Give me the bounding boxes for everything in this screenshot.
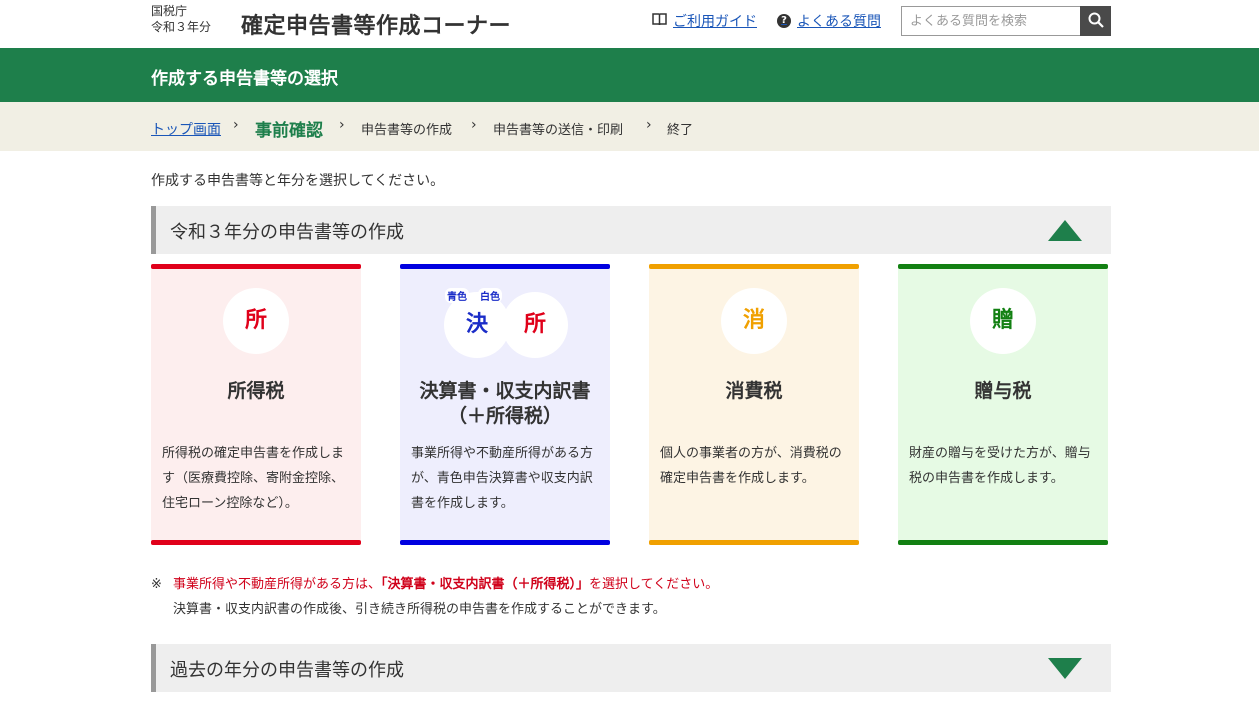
faq-link[interactable]: ? よくある質問 (777, 11, 881, 31)
card-description: 財産の贈与を受けた方が、贈与税の申告書を作成します。 (909, 446, 1091, 486)
consumption-tax-icon: 消 (721, 288, 787, 354)
card-top-bar (400, 264, 610, 269)
page-banner: 作成する申告書等の選択 (0, 48, 1259, 102)
card-bottom-bar (400, 540, 610, 545)
chevron-right-icon: › (233, 117, 239, 133)
step-end: 終了 (667, 123, 694, 138)
intro-text: 作成する申告書等と年分を選択してください。 (151, 173, 445, 189)
expand-arrow-icon (1048, 658, 1082, 679)
search-button[interactable] (1080, 6, 1111, 36)
site-title[interactable]: 確定申告書等作成コーナー (241, 8, 511, 40)
note-line-1: 事業所得や不動産所得がある方は、「決算書・収支内訳書（＋所得税）」を選択してくだ… (173, 572, 718, 597)
note-emphasis: 「決算書・収支内訳書（＋所得税）」 (381, 577, 590, 592)
card-bottom-bar (151, 540, 361, 545)
card-top-bar (151, 264, 361, 269)
book-icon (652, 12, 667, 30)
step-create: 申告書等の作成 (361, 123, 453, 138)
white-return-label: 白色 (478, 288, 502, 303)
card-income-tax[interactable]: 所 所得税 所得税の確定申告書を作成します（医療費控除、寄附金控除、住宅ローン控… (151, 264, 361, 545)
card-title: 消費税 (725, 380, 783, 402)
section-past-years-toggle[interactable]: 過去の年分の申告書等の作成 (151, 644, 1111, 692)
card-title: 決算書・収支内訳書 （＋所得税） (400, 379, 610, 429)
tax-year-label: 令和３年分 (151, 20, 212, 34)
income-tax-icon: 所 (223, 288, 289, 354)
agency-name: 国税庁 (151, 4, 188, 18)
section-current-year-toggle[interactable]: 令和３年分の申告書等の作成 (151, 206, 1111, 254)
card-description: 所得税の確定申告書を作成します（医療費控除、寄附金控除、住宅ローン控除など）。 (162, 446, 345, 511)
agency-label: 国税庁 令和３年分 (151, 3, 211, 35)
note-line-2: 決算書・収支内訳書の作成後、引き続き所得税の申告書を作成することができます。 (173, 602, 666, 617)
card-bottom-bar (649, 540, 859, 545)
section-title: 令和３年分の申告書等の作成 (170, 222, 404, 243)
blue-return-label: 青色 (445, 288, 469, 303)
card-top-bar (898, 264, 1108, 269)
search-icon (1088, 12, 1104, 31)
card-gift-tax[interactable]: 贈 贈与税 財産の贈与を受けた方が、贈与税の申告書を作成します。 (898, 264, 1108, 545)
site-header: 国税庁 令和３年分 確定申告書等作成コーナー ご利用ガイド ? よくある質問 (0, 0, 1259, 48)
page-title: 作成する申告書等の選択 (151, 69, 338, 89)
card-title: 所得税 (227, 380, 285, 402)
note-text: 事業所得や不動産所得がある方は、 (173, 577, 382, 592)
progress-steps: トップ画面 › 事前確認 › 申告書等の作成 › 申告書等の送信・印刷 › 終了 (0, 102, 1259, 151)
card-title-line1: 決算書・収支内訳書 (419, 380, 591, 402)
card-bottom-bar (898, 540, 1108, 545)
faq-link-label[interactable]: よくある質問 (797, 11, 881, 31)
card-top-bar (649, 264, 859, 269)
note-text: を選択してください。 (589, 577, 719, 592)
chevron-right-icon: › (471, 117, 477, 133)
step-top-link[interactable]: トップ画面 (151, 119, 221, 139)
note-mark: ※ (151, 577, 162, 592)
chevron-right-icon: › (646, 117, 652, 133)
card-description: 個人の事業者の方が、消費税の確定申告書を作成します。 (660, 446, 842, 486)
card-title: 贈与税 (974, 380, 1032, 402)
card-financial-statement[interactable]: 所 決 青色 白色 決算書・収支内訳書 （＋所得税） 事業所得や不動産所得がある… (400, 264, 610, 545)
income-tax-icon: 所 (502, 292, 568, 358)
step-send-print: 申告書等の送信・印刷 (493, 123, 624, 138)
guide-link-label[interactable]: ご利用ガイド (673, 11, 757, 31)
card-title-line2: （＋所得税） (447, 405, 562, 427)
step-current: 事前確認 (255, 121, 323, 141)
question-icon: ? (777, 14, 791, 28)
guide-link[interactable]: ご利用ガイド (652, 11, 757, 31)
section-title: 過去の年分の申告書等の作成 (170, 660, 404, 681)
chevron-right-icon: › (339, 117, 345, 133)
faq-search-input[interactable] (901, 6, 1081, 36)
collapse-arrow-icon (1048, 220, 1082, 241)
card-description: 事業所得や不動産所得がある方が、青色申告決算書や収支内訳書を作成します。 (411, 446, 594, 511)
card-consumption-tax[interactable]: 消 消費税 個人の事業者の方が、消費税の確定申告書を作成します。 (649, 264, 859, 545)
gift-tax-icon: 贈 (970, 288, 1036, 354)
